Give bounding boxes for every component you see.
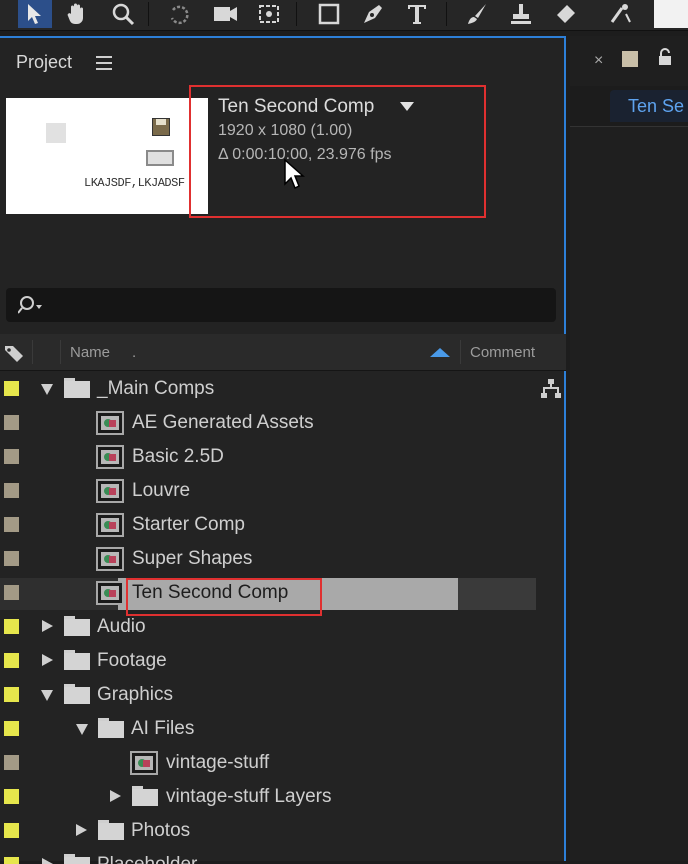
pan-behind-tool-icon[interactable] (252, 0, 286, 28)
list-item[interactable]: Photos (0, 814, 566, 848)
list-item[interactable]: Super Shapes (0, 542, 566, 576)
label-color-swatch[interactable] (4, 449, 19, 464)
list-item[interactable]: Starter Comp (0, 508, 566, 542)
floppy-disk-icon (152, 118, 170, 136)
folder-icon (64, 378, 90, 398)
rectangle-tool-icon[interactable] (312, 0, 346, 28)
folder-icon (64, 684, 90, 704)
composition-icon (96, 513, 124, 537)
label-tag-icon[interactable] (4, 344, 24, 362)
label-color-swatch[interactable] (4, 721, 19, 736)
list-item[interactable]: Graphics (0, 678, 566, 712)
project-panel: Project LKAJSDF,LKJADSF Ten Second Comp … (0, 36, 566, 864)
label-color-swatch[interactable] (4, 585, 19, 600)
panel-menu-icon[interactable] (96, 56, 112, 74)
tab-composition-label[interactable]: Ten Se (628, 96, 684, 117)
sort-ascending-icon[interactable] (430, 348, 450, 357)
composition-icon (96, 411, 124, 435)
expand-arrow-icon[interactable] (42, 620, 53, 632)
comp-thumbnail: LKAJSDF,LKJADSF (6, 98, 208, 214)
list-item[interactable]: AE Generated Assets (0, 406, 566, 440)
pen-tool-icon[interactable] (356, 0, 390, 28)
brush-tool-icon[interactable] (460, 0, 494, 28)
label-color-swatch[interactable] (4, 755, 19, 770)
column-header-type[interactable]: . (132, 344, 136, 361)
puppet-pin-tool-icon[interactable] (604, 0, 638, 28)
list-item[interactable]: Audio (0, 610, 566, 644)
lock-icon[interactable] (658, 48, 672, 66)
overflow-menu-icon[interactable] (654, 0, 688, 28)
panel-title: Project (16, 52, 73, 72)
label-color-swatch[interactable] (4, 483, 19, 498)
camera-tool-icon[interactable] (208, 0, 242, 28)
tools-toolbar (0, 0, 688, 31)
expand-arrow-icon[interactable] (110, 790, 121, 802)
composition-panel: × Ten Se (570, 36, 688, 861)
label-color-swatch[interactable] (4, 381, 19, 396)
columns-header: Name . Comment (0, 334, 566, 371)
expand-arrow-icon[interactable] (42, 858, 53, 864)
expand-arrow-icon[interactable] (76, 824, 87, 836)
flowchart-icon[interactable] (540, 378, 562, 400)
composition-icon (130, 751, 158, 775)
eraser-tool-icon[interactable] (548, 0, 582, 28)
folder-icon (64, 650, 90, 670)
zoom-tool-icon[interactable] (106, 0, 140, 28)
clone-stamp-tool-icon[interactable] (504, 0, 538, 28)
close-icon[interactable]: × (594, 52, 603, 70)
highlight-box-info (189, 85, 486, 218)
label-color-swatch[interactable] (4, 619, 19, 634)
list-item[interactable]: Footage (0, 644, 566, 678)
expand-arrow-icon[interactable] (76, 724, 88, 735)
composition-icon (96, 581, 124, 605)
list-item[interactable]: Placeholder (0, 848, 566, 864)
type-tool-icon[interactable] (400, 0, 434, 28)
hand-tool-icon[interactable] (60, 0, 94, 28)
label-color-swatch[interactable] (4, 551, 19, 566)
composition-icon (96, 445, 124, 469)
label-color-swatch[interactable] (4, 415, 19, 430)
list-item[interactable]: vintage-stuff (0, 746, 566, 780)
expand-arrow-icon[interactable] (41, 690, 53, 701)
search-input[interactable] (6, 288, 556, 322)
label-color-swatch[interactable] (4, 823, 19, 838)
thumbnail-text: LKAJSDF,LKJADSF (84, 176, 185, 190)
composition-icon (96, 479, 124, 503)
selection-tool-icon[interactable] (18, 0, 52, 28)
rotate-tool-icon[interactable] (162, 0, 196, 28)
label-color-swatch[interactable] (4, 687, 19, 702)
column-header-name[interactable]: Name (70, 344, 110, 361)
thumbnail-square (46, 123, 66, 143)
folder-icon (98, 820, 124, 840)
list-item[interactable]: _Main Comps (0, 372, 566, 406)
comp-color-icon (622, 51, 638, 67)
label-color-swatch[interactable] (4, 789, 19, 804)
composition-icon (96, 547, 124, 571)
search-icon (18, 296, 42, 314)
folder-icon (132, 786, 158, 806)
list-item-selected[interactable]: Ten Second Comp (0, 576, 566, 616)
folder-icon (64, 616, 90, 636)
column-header-comment[interactable]: Comment (470, 344, 535, 361)
label-color-swatch[interactable] (4, 653, 19, 668)
folder-icon (64, 854, 90, 864)
label-color-swatch[interactable] (4, 517, 19, 532)
list-item[interactable]: Louvre (0, 474, 566, 508)
expand-arrow-icon[interactable] (41, 384, 53, 395)
list-item[interactable]: Basic 2.5D (0, 440, 566, 474)
folder-icon (98, 718, 124, 738)
expand-arrow-icon[interactable] (42, 654, 53, 666)
camera-icon (146, 150, 174, 166)
list-item[interactable]: vintage-stuff Layers (0, 780, 566, 814)
list-item[interactable]: AI Files (0, 712, 566, 746)
